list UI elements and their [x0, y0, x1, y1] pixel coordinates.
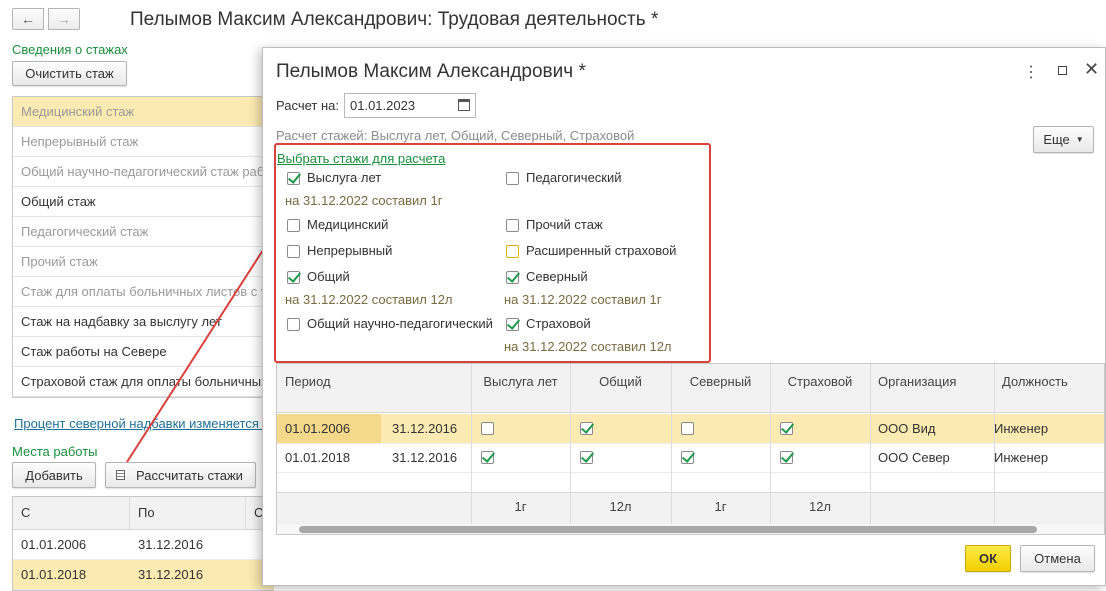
cancel-button[interactable]: Отмена	[1020, 545, 1095, 572]
option-checkbox[interactable]	[287, 318, 300, 331]
table-checkbox[interactable]	[681, 422, 694, 435]
calc-date-value: 01.01.2023	[350, 98, 416, 113]
scrollbar-thumb[interactable]	[299, 526, 1037, 533]
period-to: 31.12.2016	[392, 450, 458, 465]
option-note: на 31.12.2022 составил 12л	[285, 292, 453, 307]
periods-table[interactable]: Период Выслуга лет Общий Северный Страховой О…	[276, 363, 1105, 535]
period-from: 01.01.2006	[285, 421, 351, 436]
organization-cell: ООО Вид	[878, 421, 936, 436]
table-header-cell[interactable]: Должность	[1002, 374, 1068, 389]
position-cell: Инженер	[994, 450, 1049, 465]
option-checkbox[interactable]	[506, 245, 519, 258]
table-row[interactable]: 01.01.2018 31.12.2016 Инженер ООО Север	[277, 443, 1104, 473]
table-checkbox[interactable]	[780, 422, 793, 435]
total-cell: 1г	[514, 499, 527, 514]
chevron-down-icon: ▼	[1075, 135, 1084, 144]
option-checkbox[interactable]	[287, 271, 300, 284]
table-header-cell[interactable]: Организация	[878, 374, 956, 389]
option-checkbox[interactable]	[506, 219, 519, 232]
position-cell: Инженер	[994, 421, 1049, 436]
option-checkbox[interactable]	[506, 318, 519, 331]
table-row[interactable]: 01.01.2006 31.12.2016 Инженер ООО Вид	[277, 414, 1104, 444]
option-label[interactable]: Северный	[526, 269, 588, 284]
table-header-cell[interactable]: Период	[285, 374, 331, 389]
table-header-cell[interactable]: Выслуга лет	[471, 374, 570, 389]
option-label[interactable]: Выслуга лет	[307, 170, 381, 185]
option-label[interactable]: Общий	[307, 269, 350, 284]
period-to: 31.12.2016	[392, 421, 458, 436]
periods-table-totals: 1г 12л 1г 12л	[277, 492, 1104, 525]
option-checkbox[interactable]	[506, 172, 519, 185]
table-checkbox[interactable]	[780, 451, 793, 464]
table-checkbox[interactable]	[681, 451, 694, 464]
more-button[interactable]: Еще ▼	[1033, 126, 1094, 153]
table-checkbox[interactable]	[481, 451, 494, 464]
horizontal-scrollbar[interactable]	[277, 524, 1104, 534]
option-checkbox[interactable]	[506, 271, 519, 284]
option-checkbox[interactable]	[287, 245, 300, 258]
period-from: 01.01.2018	[285, 450, 351, 465]
option-label[interactable]: Прочий стаж	[526, 217, 603, 232]
calc-summary: Расчет стажей: Выслуга лет, Общий, Север…	[276, 128, 635, 143]
more-label: Еще	[1043, 132, 1070, 147]
experience-calc-dialog: Пелымов Максим Александрович * ⋮ ✕ Расче…	[262, 47, 1106, 586]
option-label[interactable]: Расширенный страховой	[526, 243, 676, 258]
option-label[interactable]: Педагогический	[526, 170, 622, 185]
table-checkbox[interactable]	[580, 422, 593, 435]
option-checkbox[interactable]	[287, 219, 300, 232]
option-note: на 31.12.2022 составил 12л	[504, 339, 672, 354]
periods-table-header: Период Выслуга лет Общий Северный Страховой О…	[277, 364, 1104, 413]
table-checkbox[interactable]	[481, 422, 494, 435]
calc-date-field[interactable]: 01.01.2023	[344, 93, 476, 118]
option-note: на 31.12.2022 составил 1г	[504, 292, 662, 307]
total-cell: 12л	[808, 499, 832, 514]
option-checkbox[interactable]	[287, 172, 300, 185]
choose-experience-link[interactable]: Выбрать стажи для расчета	[277, 151, 445, 166]
table-header-cell[interactable]: Северный	[671, 374, 770, 389]
total-cell: 12л	[609, 499, 632, 514]
option-label[interactable]: Медицинский	[307, 217, 388, 232]
more-vertical-icon[interactable]: ⋮	[1023, 62, 1039, 82]
option-label[interactable]: Общий научно-педагогический	[307, 316, 493, 331]
ok-button[interactable]: ОК	[965, 545, 1011, 572]
calendar-icon[interactable]	[458, 99, 470, 111]
table-header-cell[interactable]: Общий	[570, 374, 671, 389]
close-icon[interactable]: ✕	[1084, 59, 1099, 80]
table-checkbox[interactable]	[580, 451, 593, 464]
calc-date-label: Расчет на:	[276, 98, 339, 113]
option-label[interactable]: Страховой	[526, 316, 591, 331]
table-header-cell[interactable]: Страховой	[770, 374, 870, 389]
organization-cell: ООО Север	[878, 450, 950, 465]
total-cell: 1г	[714, 499, 727, 514]
option-label[interactable]: Непрерывный	[307, 243, 392, 258]
option-note: на 31.12.2022 составил 1г	[285, 193, 443, 208]
maximize-icon[interactable]	[1058, 66, 1067, 75]
dialog-title: Пелымов Максим Александрович *	[276, 61, 586, 82]
